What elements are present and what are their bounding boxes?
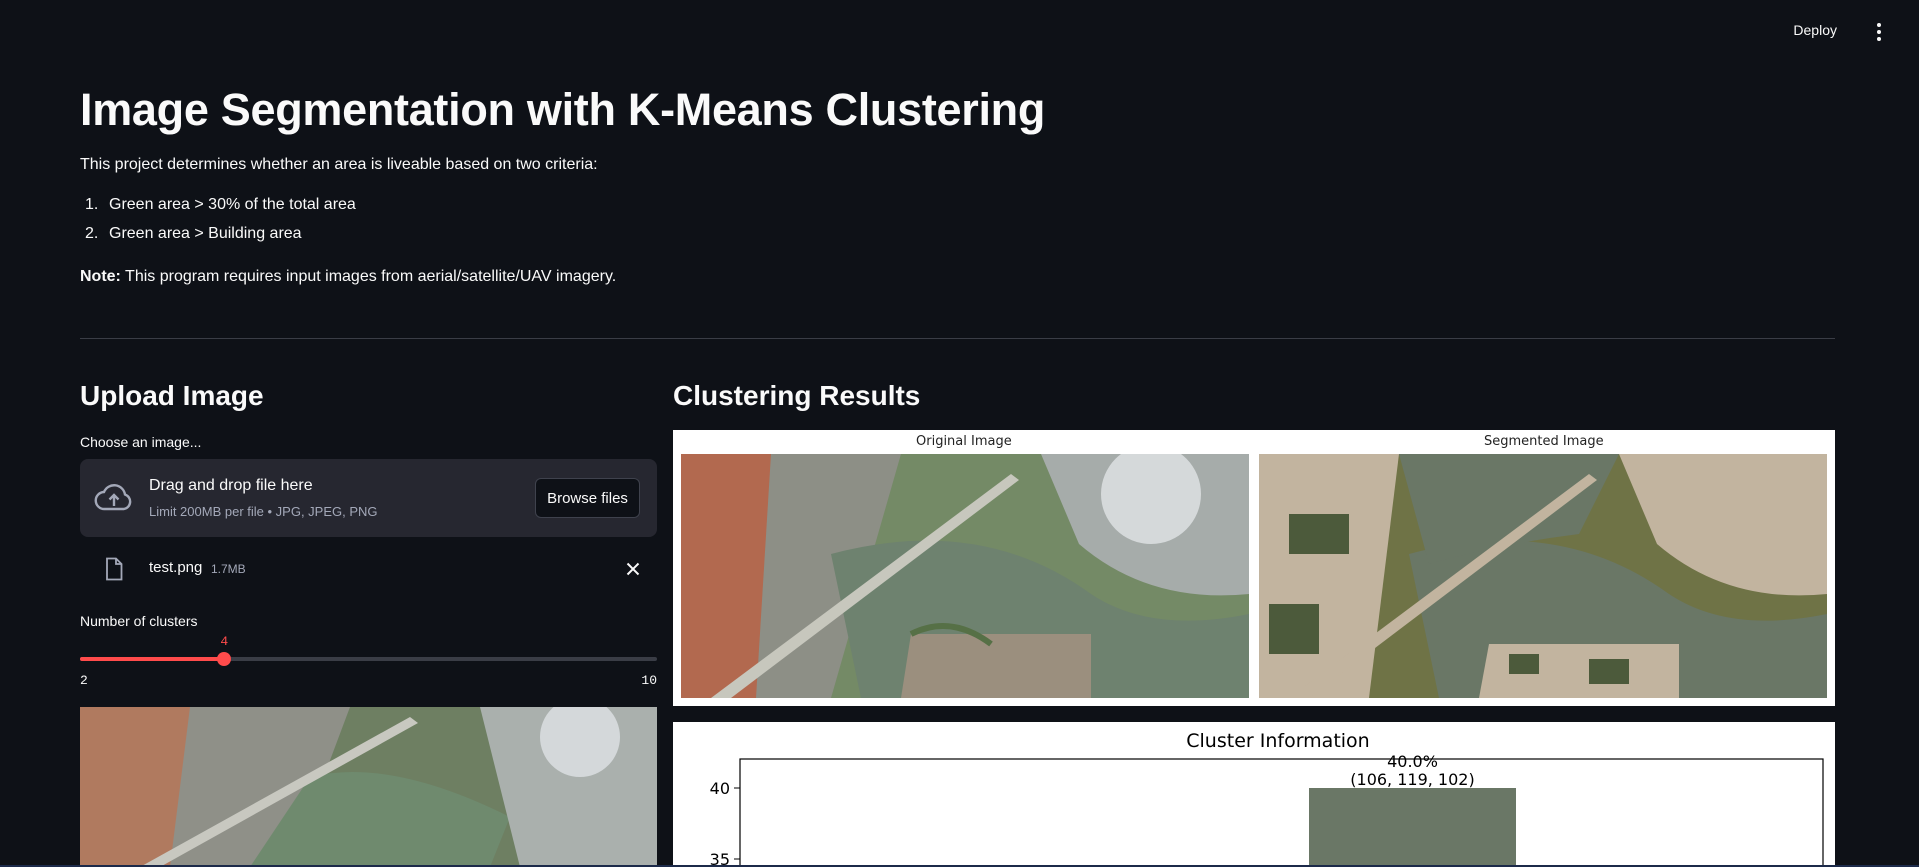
file-dropzone[interactable]: Drag and drop file here Limit 200MB per … <box>80 459 657 537</box>
criteria-list: 1. Green area > 30% of the total area 2. G… <box>80 196 356 254</box>
slider-max-value: 10 <box>641 673 657 688</box>
upload-heading: Upload Image <box>80 380 264 411</box>
note-body: This program requires input images from … <box>120 268 617 285</box>
file-uploader-label: Choose an image... <box>80 434 202 450</box>
file-size: 1.7MB <box>211 562 246 576</box>
slider-min-value: 2 <box>80 673 88 688</box>
clustering-results-figure: Original Image Segmented Image <box>673 430 1835 706</box>
list-item: 2. Green area > Building area <box>80 225 356 254</box>
uploaded-file-row: test.png 1.7MB <box>80 553 657 585</box>
page-title: Image Segmentation with K-Means Clusteri… <box>80 84 1046 135</box>
criteria-text: Green area > Building area <box>109 225 302 242</box>
segmented-image-caption: Segmented Image <box>1484 434 1604 449</box>
top-bar: Deploy <box>0 0 1919 60</box>
list-item: 1. Green area > 30% of the total area <box>80 196 356 225</box>
note-label: Note: <box>80 268 121 285</box>
divider <box>80 338 1835 339</box>
chart-axes-frame <box>739 758 1824 867</box>
vertical-ellipsis-icon[interactable] <box>1869 20 1889 44</box>
cloud-upload-icon <box>94 484 132 511</box>
bar-rgb-label: (106, 119, 102) <box>1350 770 1474 789</box>
browse-files-button[interactable]: Browse files <box>535 478 640 518</box>
uploaded-image-preview <box>80 707 657 867</box>
file-icon <box>106 557 123 581</box>
segmented-image <box>1259 454 1827 698</box>
dropzone-limits: Limit 200MB per file • JPG, JPEG, PNG <box>149 504 378 519</box>
slider-fill <box>80 657 225 661</box>
original-image-caption: Original Image <box>916 434 1012 449</box>
cluster-info-chart: Cluster Information 35 40 40.0% (106, 119, … <box>673 722 1835 867</box>
bar-percent-label: 40.0% <box>1387 752 1438 771</box>
file-name: test.png <box>149 559 203 576</box>
cluster-bar <box>1309 788 1516 867</box>
slider-thumb[interactable] <box>217 652 232 666</box>
chart-title: Cluster Information <box>1186 730 1369 752</box>
close-icon[interactable] <box>622 558 644 580</box>
y-tick-label: 40 <box>710 779 730 798</box>
results-heading: Clustering Results <box>673 380 921 411</box>
cluster-count-slider[interactable]: 4 2 10 <box>80 630 657 690</box>
slider-label: Number of clusters <box>80 613 198 629</box>
note-text: Note: This program requires input images… <box>80 268 616 286</box>
slider-current-value: 4 <box>220 634 229 649</box>
intro-text: This project determines whether an area … <box>80 156 598 173</box>
original-image <box>681 454 1249 698</box>
dropzone-title: Drag and drop file here <box>149 477 313 494</box>
criteria-text: Green area > 30% of the total area <box>109 196 356 213</box>
deploy-button[interactable]: Deploy <box>1793 22 1837 38</box>
